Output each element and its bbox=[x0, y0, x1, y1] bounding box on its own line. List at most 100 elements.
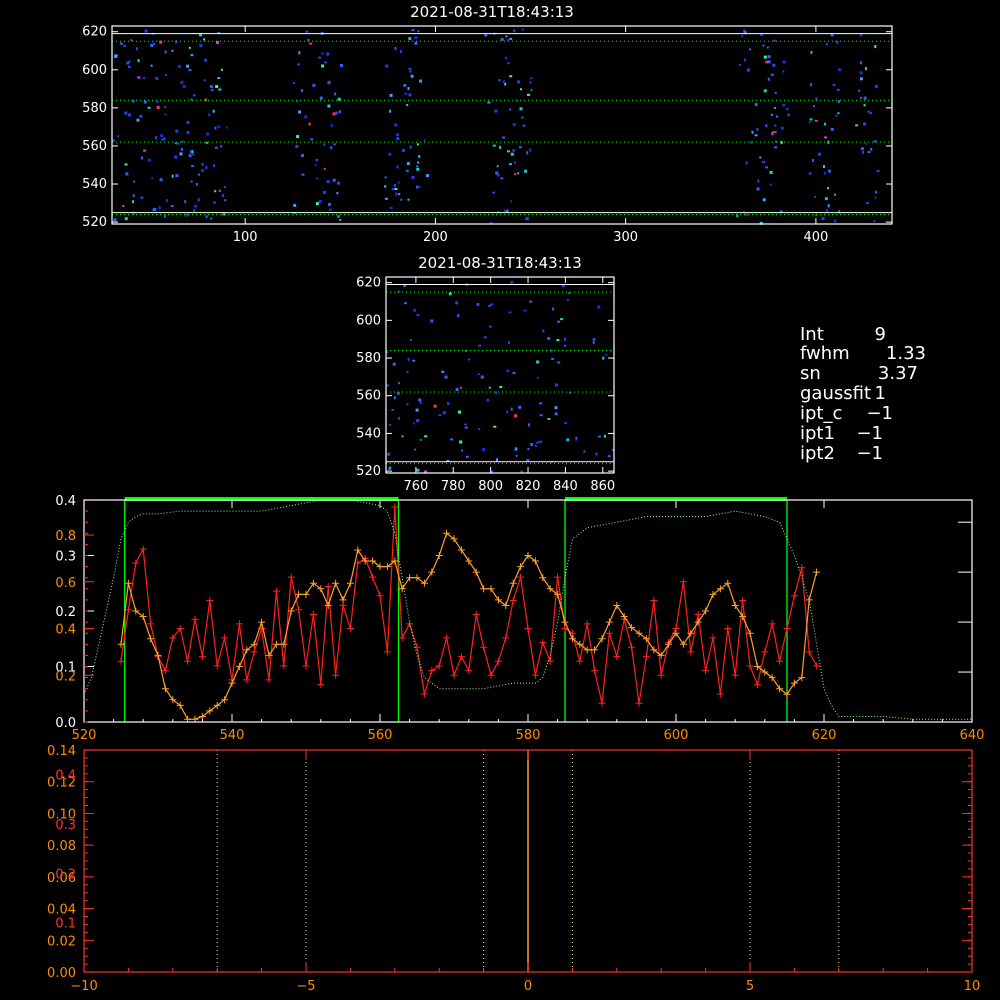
image-pixel bbox=[743, 30, 746, 34]
image-pixel bbox=[595, 452, 598, 456]
image-pixel bbox=[875, 190, 878, 194]
image-pixel bbox=[775, 115, 778, 118]
image-pixel bbox=[215, 85, 219, 88]
image-pixel bbox=[328, 208, 332, 211]
x-tick-label: 540 bbox=[220, 728, 245, 743]
image-pixel bbox=[509, 108, 512, 111]
image-pixel bbox=[208, 113, 211, 117]
image-pixel bbox=[210, 89, 214, 92]
image-pixel bbox=[774, 146, 778, 149]
image-pixel bbox=[461, 449, 463, 452]
info-key-ipt2: ipt2 bbox=[800, 443, 835, 464]
image-pixel bbox=[198, 173, 200, 176]
image-pixel bbox=[603, 434, 606, 438]
image-pixel bbox=[147, 106, 151, 109]
image-pixel bbox=[464, 423, 467, 426]
image-pixel bbox=[181, 140, 184, 143]
image-pixel bbox=[814, 119, 818, 122]
image-pixel bbox=[188, 69, 192, 72]
y-tick-label-red: 0.2 bbox=[55, 669, 76, 684]
image-pixel bbox=[536, 360, 540, 364]
info-key-int: Int bbox=[800, 324, 824, 345]
image-pixel bbox=[444, 375, 448, 379]
image-pixel bbox=[416, 185, 419, 189]
image-pixel bbox=[396, 165, 399, 169]
image-pixel bbox=[520, 116, 524, 119]
image-pixel bbox=[860, 96, 862, 99]
image-pixel bbox=[411, 175, 415, 179]
image-pixel bbox=[113, 218, 117, 222]
image-pixel bbox=[873, 220, 876, 223]
image-pixel bbox=[186, 64, 190, 68]
image-pixel bbox=[205, 166, 208, 169]
image-pixel bbox=[292, 81, 295, 84]
image-pixel bbox=[510, 407, 513, 411]
image-pixel bbox=[450, 438, 453, 441]
image-pixel bbox=[416, 167, 420, 171]
image-pixel bbox=[568, 292, 571, 295]
x-tick-label: 10 bbox=[964, 979, 981, 994]
image-pixel bbox=[564, 344, 567, 347]
image-pixel bbox=[502, 80, 505, 84]
image-pixel bbox=[407, 198, 410, 201]
image-pixel bbox=[298, 51, 301, 55]
image-pixel bbox=[217, 125, 221, 128]
image-pixel bbox=[201, 162, 204, 166]
image-pixel bbox=[418, 398, 422, 402]
image-pixel bbox=[870, 147, 873, 151]
image-pixel bbox=[321, 64, 325, 68]
image-pixel bbox=[566, 438, 570, 442]
info-key-gaussfit: gaussfit bbox=[800, 383, 871, 404]
image-pixel bbox=[327, 104, 331, 108]
image-pixel bbox=[527, 448, 530, 451]
image-pixel bbox=[203, 79, 206, 82]
image-pixel bbox=[416, 314, 420, 317]
x-tick-label: −10 bbox=[70, 979, 97, 994]
y-tick-label: 540 bbox=[82, 177, 107, 192]
image-pixel bbox=[389, 206, 393, 209]
image-pixel bbox=[547, 337, 551, 340]
x-tick-label: 300 bbox=[613, 230, 638, 245]
image-pixel bbox=[499, 385, 503, 388]
image-pixel bbox=[162, 137, 166, 141]
image-pixel bbox=[863, 104, 866, 107]
image-pixel bbox=[212, 201, 216, 204]
image-pixel bbox=[458, 410, 461, 414]
image-pixel bbox=[478, 428, 481, 431]
image-pixel bbox=[787, 113, 791, 117]
image-pixel bbox=[150, 43, 154, 47]
image-pixel bbox=[866, 202, 870, 204]
image-pixel bbox=[124, 217, 128, 221]
image-pixel bbox=[500, 177, 504, 180]
x-tick-label: 400 bbox=[803, 230, 828, 245]
image-pixel bbox=[414, 41, 418, 45]
image-pixel bbox=[132, 194, 135, 198]
image-pixel bbox=[597, 305, 601, 309]
image-pixel bbox=[514, 161, 516, 164]
image-pixel bbox=[496, 165, 499, 168]
image-pixel bbox=[206, 132, 210, 136]
image-pixel bbox=[448, 292, 452, 296]
image-pixel bbox=[506, 62, 510, 65]
image-pixel bbox=[406, 162, 410, 165]
image-pixel bbox=[763, 55, 767, 59]
y-tick-label: 0.02 bbox=[47, 934, 76, 949]
image-pixel bbox=[483, 336, 487, 339]
image-pixel bbox=[150, 64, 153, 67]
image-pixel bbox=[195, 182, 198, 186]
image-pixel bbox=[141, 156, 143, 160]
image-pixel bbox=[865, 67, 867, 71]
image-pixel bbox=[860, 61, 862, 65]
image-pixel bbox=[441, 370, 445, 373]
image-pixel bbox=[398, 193, 401, 196]
image-pixel bbox=[174, 155, 178, 159]
image-pixel bbox=[782, 60, 786, 64]
y-tick-label-red: 0.3 bbox=[55, 818, 76, 833]
image-pixel bbox=[332, 112, 336, 116]
image-pixel bbox=[763, 89, 767, 93]
info-key-fwhm: fwhm bbox=[800, 343, 850, 364]
image-pixel bbox=[295, 145, 299, 148]
image-pixel bbox=[186, 121, 190, 124]
image-pixel bbox=[487, 101, 491, 104]
image-pixel bbox=[744, 58, 747, 62]
